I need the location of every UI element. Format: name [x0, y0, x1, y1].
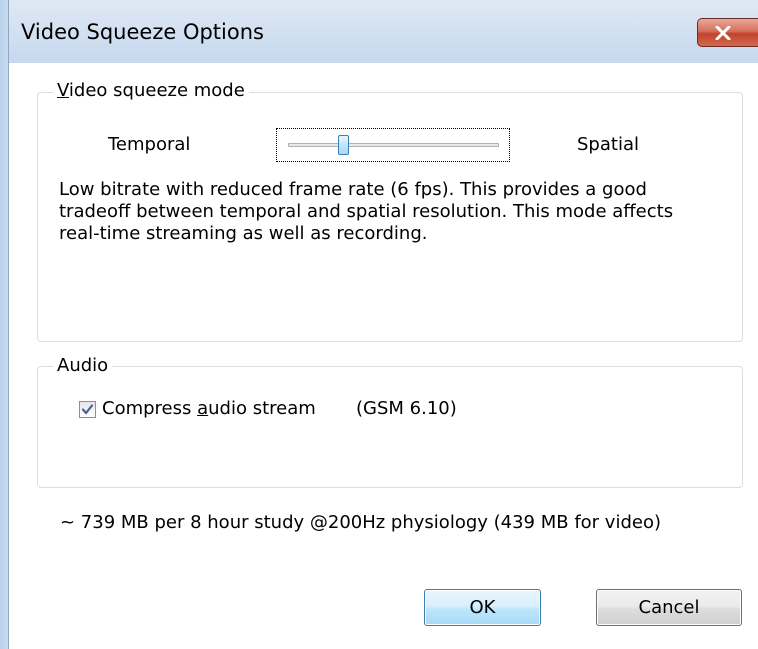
video-squeeze-options-dialog: Video Squeeze Options Video squeeze mode… — [0, 0, 758, 649]
close-x-icon — [715, 25, 731, 40]
slider-track — [288, 143, 499, 147]
checkmark-icon — [81, 404, 94, 415]
window-frame-left — [0, 0, 9, 649]
squeeze-mode-slider[interactable] — [276, 128, 510, 162]
temporal-label: Temporal — [108, 134, 191, 155]
audio-legend: Audio — [53, 355, 113, 377]
slider-thumb[interactable] — [338, 135, 349, 155]
audio-codec-label: (GSM 6.10) — [356, 398, 457, 419]
window-title: Video Squeeze Options — [21, 20, 264, 44]
size-estimate-text: ~ 739 MB per 8 hour study @200Hz physiol… — [60, 512, 661, 533]
title-bar[interactable]: Video Squeeze Options — [0, 0, 758, 63]
video-squeeze-mode-legend: Video squeeze mode — [53, 80, 249, 102]
ok-button[interactable]: OK — [424, 589, 541, 626]
cancel-button[interactable]: Cancel — [596, 589, 742, 626]
compress-audio-label[interactable]: Compress audio stream — [102, 398, 316, 420]
audio-group — [37, 366, 743, 488]
close-button[interactable] — [697, 18, 758, 47]
compress-audio-checkbox[interactable] — [79, 401, 96, 418]
spatial-label: Spatial — [577, 134, 639, 155]
mode-description: Low bitrate with reduced frame rate (6 f… — [59, 179, 674, 244]
